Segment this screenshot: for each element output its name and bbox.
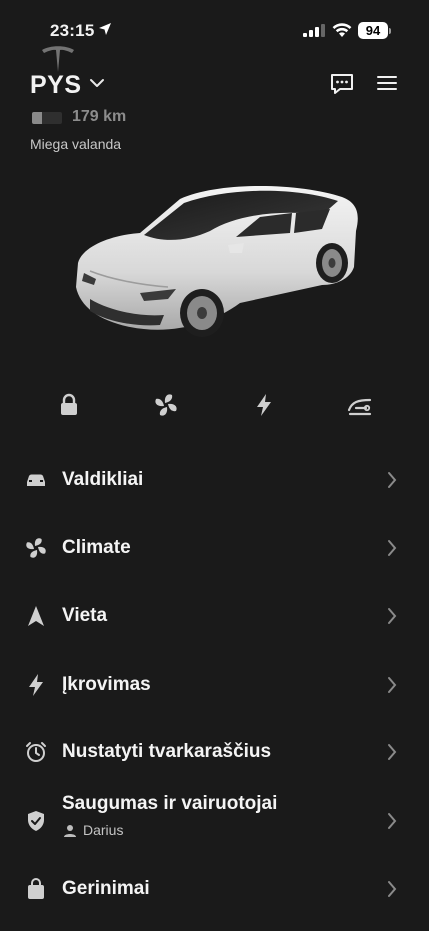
menu-item-label: Valdikliai xyxy=(62,469,144,490)
menu-item-label: Gerinimai xyxy=(62,878,150,899)
car-icon xyxy=(27,474,45,486)
chevron-right-icon xyxy=(388,813,397,829)
bolt-icon xyxy=(29,674,43,696)
cellular-signal-icon xyxy=(303,24,325,37)
menu-item-valdikliai[interactable]: Valdikliai xyxy=(0,450,429,510)
status-time: 23:15 xyxy=(50,21,95,40)
chevron-right-icon xyxy=(388,540,397,556)
chevron-right-icon xyxy=(388,881,397,897)
menu-item-vieta[interactable]: Vieta xyxy=(0,586,429,646)
person-icon xyxy=(64,825,76,837)
menu-item-label: Nustatyti tvarkaraščius xyxy=(62,741,272,762)
shield-check-icon xyxy=(28,811,44,831)
chevron-down-icon[interactable] xyxy=(89,77,105,89)
fan-icon xyxy=(26,538,46,558)
range-value: 179 km xyxy=(72,108,127,125)
tesla-logo-icon xyxy=(42,46,74,72)
menu-item-nustatyti-tvarkarascius[interactable]: Nustatyti tvarkaraščius xyxy=(0,722,429,782)
menu-item-label: Vieta xyxy=(62,605,108,626)
menu-item-climate[interactable]: Climate xyxy=(0,518,429,578)
menu-item-ikrovimas[interactable]: Įkrovimas xyxy=(0,655,429,715)
vehicle-status: Miega valanda xyxy=(30,136,122,152)
location-services-icon xyxy=(99,23,111,35)
battery-level: 94 xyxy=(358,22,388,39)
car-image xyxy=(76,186,358,337)
chevron-right-icon xyxy=(388,472,397,488)
chevron-right-icon xyxy=(388,744,397,760)
range-battery-icon xyxy=(32,112,62,124)
driver-name: Darius xyxy=(83,822,124,838)
car-name[interactable]: PYS xyxy=(30,71,82,100)
alarm-clock-icon xyxy=(26,742,46,762)
hamburger-menu-icon[interactable] xyxy=(376,73,398,93)
message-icon[interactable] xyxy=(329,72,355,96)
app-screen: 23:15 94 PYS 179 km Miega valanda Valdik… xyxy=(0,0,429,931)
menu-item-label: Įkrovimas xyxy=(62,674,151,695)
chevron-right-icon xyxy=(388,677,397,693)
menu-item-saugumas-ir-vairuotojai[interactable]: Saugumas ir vairuotojai Darius xyxy=(0,785,429,857)
wifi-icon xyxy=(332,23,352,37)
battery-cap xyxy=(389,28,391,34)
bolt-icon[interactable] xyxy=(250,392,278,418)
lock-icon[interactable] xyxy=(55,392,83,418)
bag-icon xyxy=(28,878,44,899)
chevron-right-icon xyxy=(388,608,397,624)
menu-item-label: Climate xyxy=(62,537,131,558)
fan-icon[interactable] xyxy=(152,392,180,418)
frunk-icon[interactable] xyxy=(346,392,374,418)
menu-item-label: Saugumas ir vairuotojai xyxy=(62,793,278,814)
location-arrow-icon xyxy=(28,606,44,626)
menu-item-gerinimai[interactable]: Gerinimai xyxy=(0,859,429,919)
